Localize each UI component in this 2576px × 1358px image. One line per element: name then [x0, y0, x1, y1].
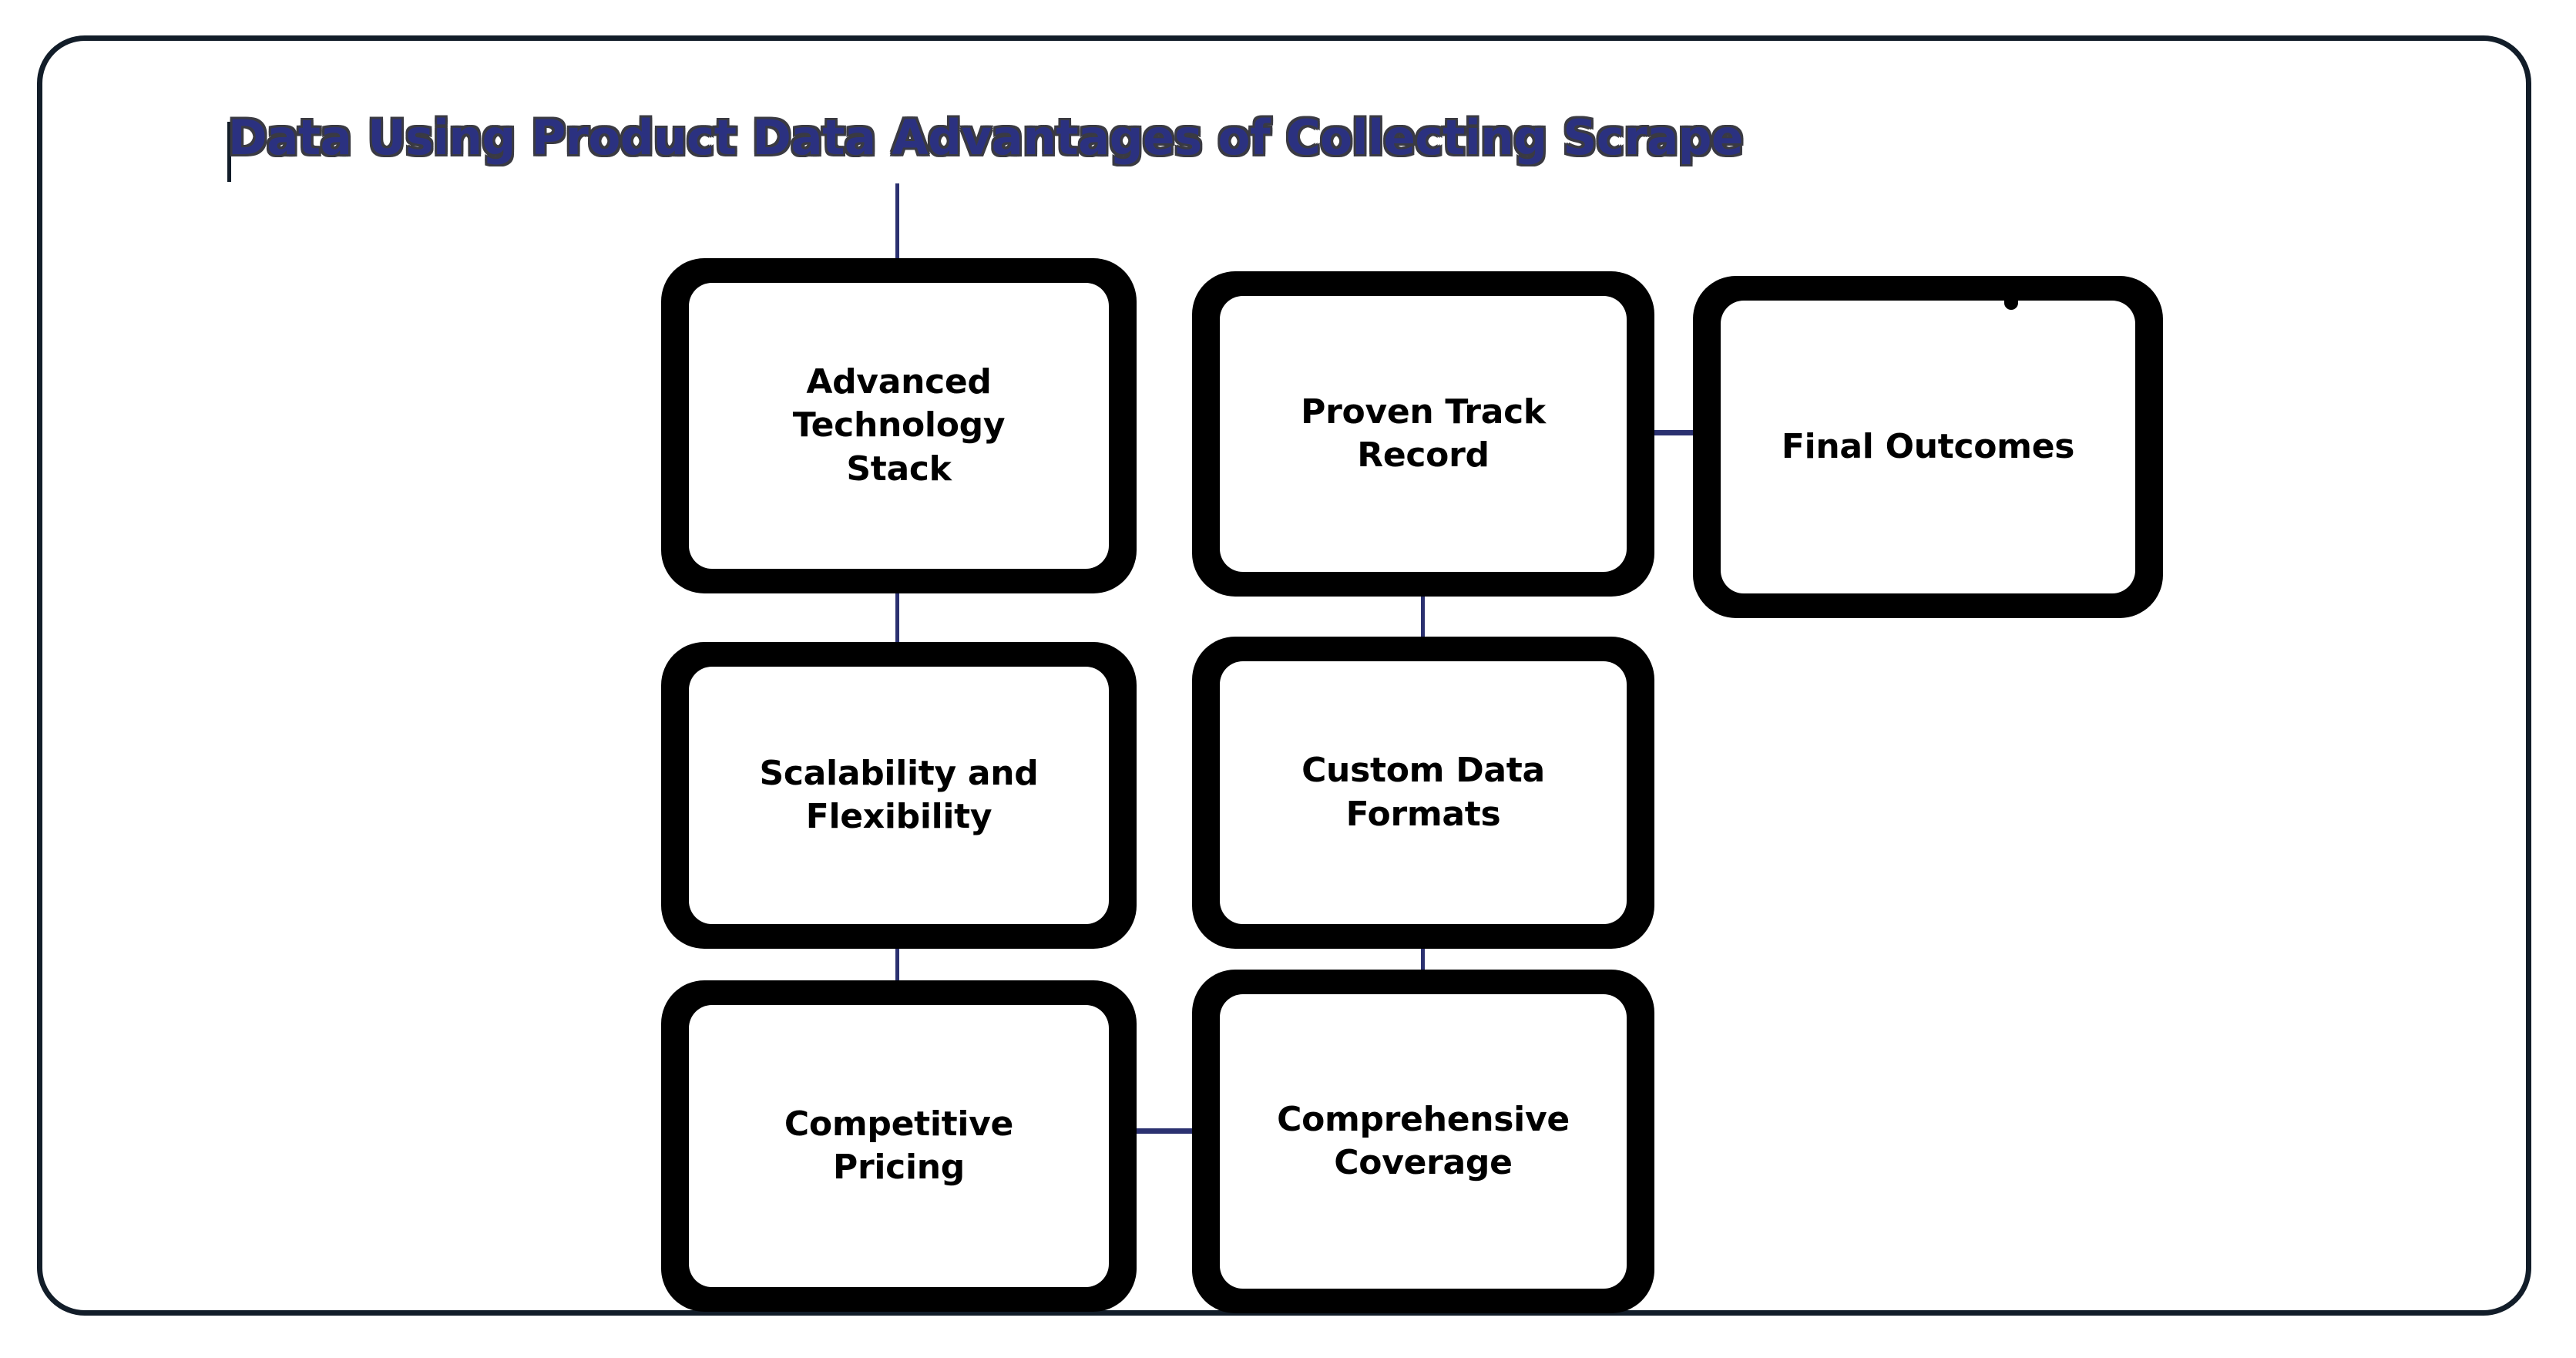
- node-card: Scalability and Flexibility: [689, 667, 1109, 924]
- node-label: Proven Track Record: [1301, 392, 1546, 475]
- node-card: Comprehensive Coverage: [1220, 994, 1627, 1289]
- node-advanced-technology-stack[interactable]: Advanced Technology Stack: [661, 258, 1137, 593]
- node-card: Final Outcomes: [1721, 301, 2135, 593]
- node-card: Competitive Pricing: [689, 1005, 1109, 1287]
- node-proven-track-record[interactable]: Proven Track Record: [1192, 271, 1654, 597]
- node-comprehensive-coverage[interactable]: Comprehensive Coverage: [1192, 970, 1654, 1313]
- page-title: Data Using Product Data Advantages of Co…: [228, 114, 1743, 162]
- node-label: Comprehensive Coverage: [1277, 1099, 1570, 1182]
- node-label: Competitive Pricing: [784, 1104, 1014, 1187]
- node-custom-data-formats[interactable]: Custom Data Formats: [1192, 637, 1654, 949]
- node-final-outcomes[interactable]: Final Outcomes: [1693, 276, 2163, 618]
- node-competitive-pricing[interactable]: Competitive Pricing: [661, 980, 1137, 1312]
- page-title-text: Data Using Product Data Advantages of Co…: [228, 109, 1743, 166]
- node-label: Custom Data Formats: [1301, 751, 1545, 834]
- node-scalability-and-flexibility[interactable]: Scalability and Flexibility: [661, 642, 1137, 949]
- node-card: Advanced Technology Stack: [689, 283, 1109, 569]
- node-card: Custom Data Formats: [1220, 661, 1627, 924]
- diagram-canvas: Data Using Product Data Advantages of Co…: [0, 0, 2576, 1358]
- node-card: Proven Track Record: [1220, 296, 1627, 572]
- node-label: Scalability and Flexibility: [759, 753, 1039, 836]
- node-label: Final Outcomes: [1781, 426, 2075, 466]
- node-label: Advanced Technology Stack: [792, 362, 1006, 489]
